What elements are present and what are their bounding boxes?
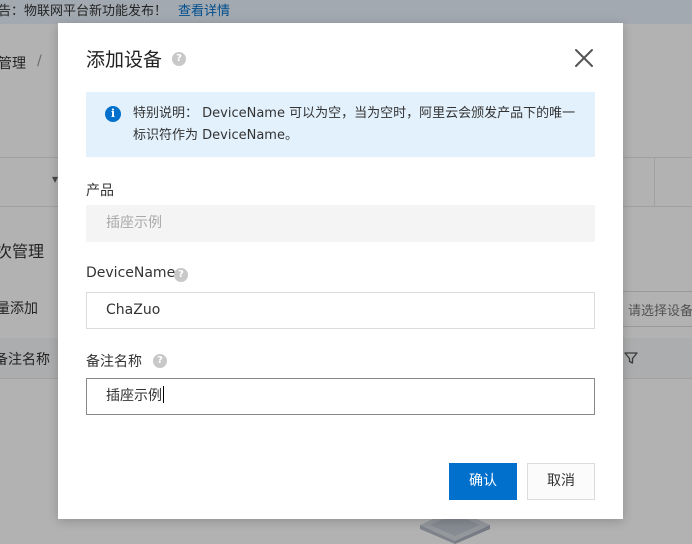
info-notice: i 特别说明： DeviceName 可以为空，当为空时，阿里云会颁发产品下的唯… bbox=[86, 92, 595, 157]
help-icon[interactable]: ? bbox=[172, 52, 186, 66]
close-icon[interactable] bbox=[573, 47, 595, 69]
device-name-value: ChaZuo bbox=[106, 302, 161, 318]
device-name-input[interactable]: ChaZuo bbox=[86, 292, 595, 329]
cancel-button[interactable]: 取消 bbox=[527, 463, 595, 500]
product-field: 插座示例 bbox=[86, 205, 595, 242]
info-text: 特别说明： DeviceName 可以为空，当为空时，阿里云会颁发产品下的唯一标… bbox=[133, 106, 576, 143]
device-name-label: DeviceName bbox=[86, 265, 176, 281]
remark-label: 备注名称 bbox=[86, 354, 142, 370]
dialog-title: 添加设备 bbox=[86, 49, 163, 71]
remark-value: 插座示例 bbox=[106, 388, 162, 404]
text-cursor bbox=[163, 386, 164, 403]
add-device-dialog: 添加设备 ? i 特别说明： DeviceName 可以为空，当为空时，阿里云会… bbox=[58, 23, 623, 519]
remark-input[interactable]: 插座示例 bbox=[86, 378, 595, 415]
confirm-button[interactable]: 确认 bbox=[449, 463, 517, 500]
product-label: 产品 bbox=[86, 183, 114, 199]
info-icon: i bbox=[105, 106, 121, 122]
remark-help-icon[interactable]: ? bbox=[153, 354, 167, 368]
device-name-help-icon[interactable]: ? bbox=[174, 268, 188, 282]
